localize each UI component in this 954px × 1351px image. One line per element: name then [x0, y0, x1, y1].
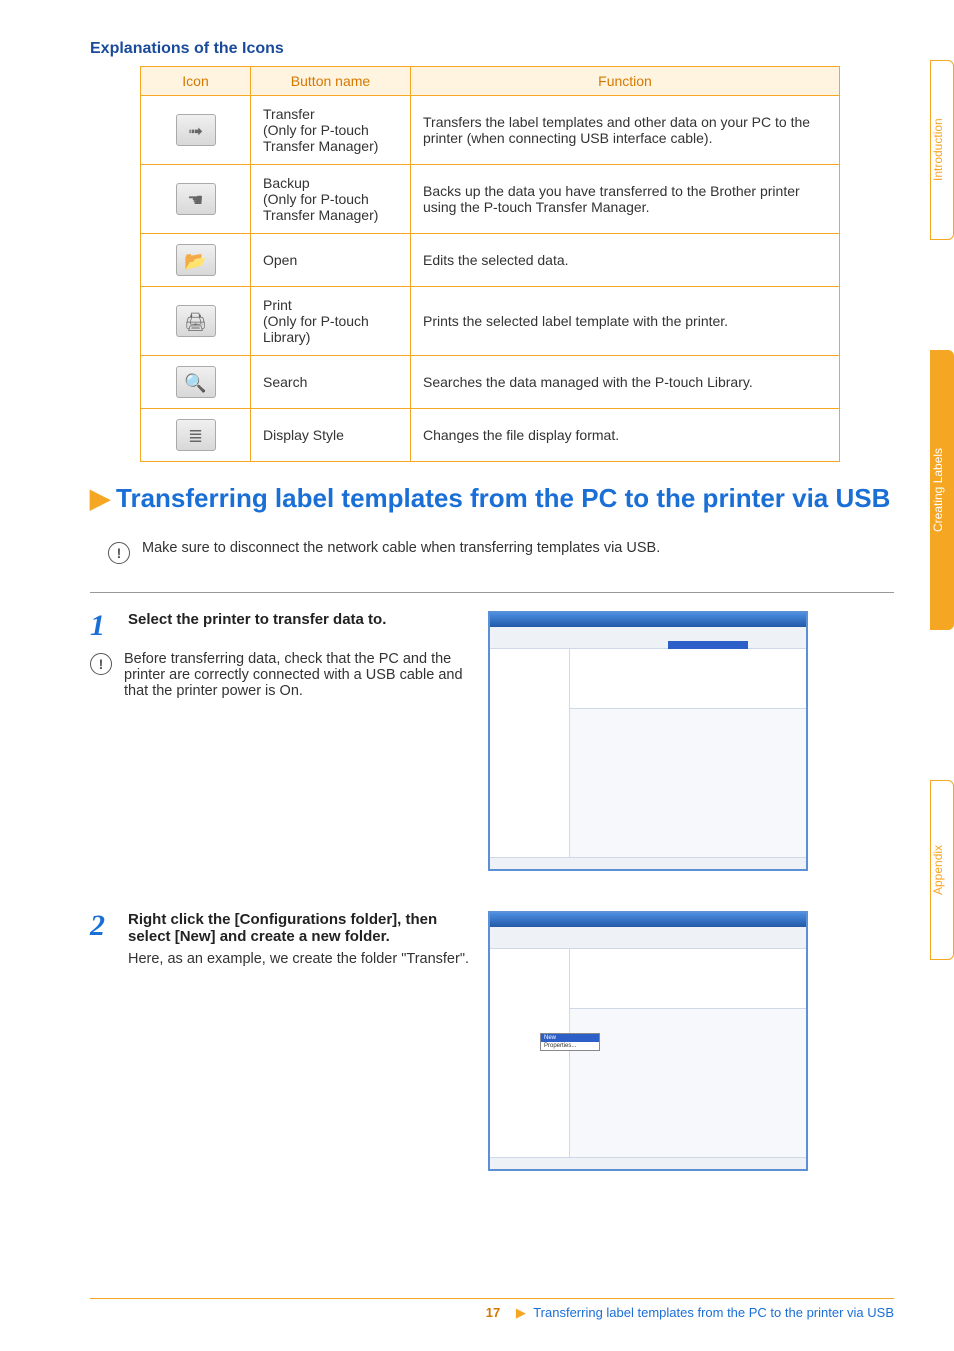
function-cell: Prints the selected label template with … [411, 287, 840, 356]
button-name-cell: Display Style [251, 409, 411, 462]
table-row: 📂 OpenEdits the selected data. [141, 234, 840, 287]
th-icon: Icon [141, 67, 251, 96]
heading-explanations: Explanations of the Icons [90, 40, 894, 58]
screenshot-step-1 [488, 611, 808, 871]
table-row: ☚ Backup (Only for P-touch Transfer Manag… [141, 165, 840, 234]
context-menu: New Properties... [540, 1033, 600, 1051]
th-button-name: Button name [251, 67, 411, 96]
note-disconnect: Make sure to disconnect the network cabl… [142, 540, 660, 556]
toolbar-icon: ☚ [176, 183, 216, 215]
toolbar-icon: 🖨 [176, 305, 216, 337]
function-cell: Edits the selected data. [411, 234, 840, 287]
function-cell: Changes the file display format. [411, 409, 840, 462]
step-2-body: Here, as an example, we create the folde… [128, 951, 470, 967]
th-function: Function [411, 67, 840, 96]
footer-link[interactable]: Transferring label templates from the PC… [533, 1305, 894, 1320]
icon-cell: 🖨 [141, 287, 251, 356]
step-1-title: Select the printer to transfer data to. [128, 611, 470, 628]
icon-cell: 📂 [141, 234, 251, 287]
screenshot-step-2: New Properties... [488, 911, 808, 1171]
toolbar-icon: ≣ [176, 419, 216, 451]
button-name-cell: Search [251, 356, 411, 409]
caution-icon: ! [108, 542, 130, 564]
toolbar-icon: ➟ [176, 114, 216, 146]
triangle-icon: ▶ [90, 483, 110, 513]
icon-cell: 🔍 [141, 356, 251, 409]
button-name-cell: Print (Only for P-touch Library) [251, 287, 411, 356]
footer: 17 ▶ Transferring label templates from t… [0, 1298, 894, 1321]
function-cell: Searches the data managed with the P-tou… [411, 356, 840, 409]
step-2-title: Right click the [Configurations folder],… [128, 911, 470, 945]
table-row: ➟ Transfer (Only for P-touch Transfer Man… [141, 96, 840, 165]
caution-icon: ! [90, 653, 112, 675]
heading-main-text: Transferring label templates from the PC… [116, 483, 890, 513]
divider [90, 592, 894, 593]
table-row: 🖨 Print (Only for P-touch Library)Prints … [141, 287, 840, 356]
button-name-cell: Transfer (Only for P-touch Transfer Mana… [251, 96, 411, 165]
heading-main: ▶Transferring label templates from the P… [90, 482, 894, 516]
toolbar-icon: 📂 [176, 244, 216, 276]
table-row: ≣ Display StyleChanges the file display f… [141, 409, 840, 462]
triangle-icon: ▶ [516, 1305, 526, 1320]
button-name-cell: Backup (Only for P-touch Transfer Manage… [251, 165, 411, 234]
note-before-transfer: Before transferring data, check that the… [124, 651, 470, 699]
button-name-cell: Open [251, 234, 411, 287]
function-cell: Backs up the data you have transferred t… [411, 165, 840, 234]
step-1-number: 1 [90, 611, 118, 641]
page-number: 17 [486, 1305, 500, 1320]
icon-cell: ☚ [141, 165, 251, 234]
icon-table: Icon Button name Function ➟ Transfer (Onl… [140, 66, 840, 462]
icon-cell: ➟ [141, 96, 251, 165]
icon-cell: ≣ [141, 409, 251, 462]
step-2-number: 2 [90, 911, 118, 941]
function-cell: Transfers the label templates and other … [411, 96, 840, 165]
toolbar-icon: 🔍 [176, 366, 216, 398]
table-row: 🔍 SearchSearches the data managed with th… [141, 356, 840, 409]
